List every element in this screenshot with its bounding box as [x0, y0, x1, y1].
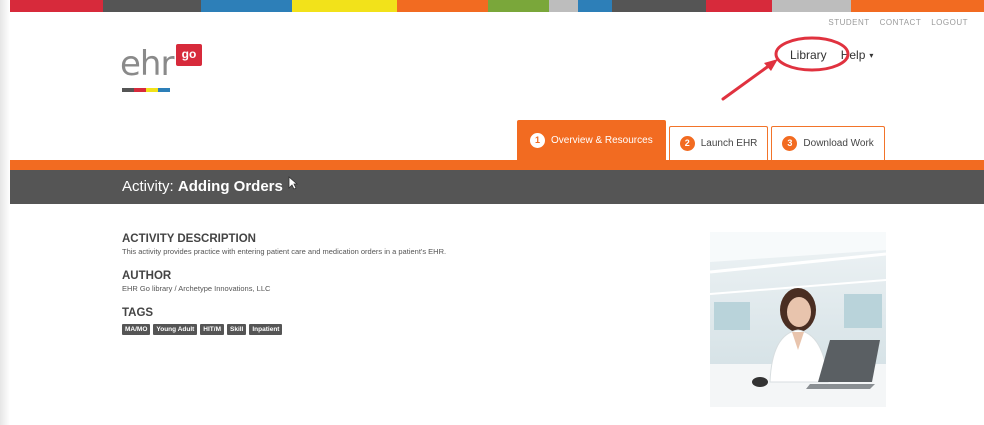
tag-badge[interactable]: Young Adult: [153, 324, 198, 335]
stripe-segment: [396, 0, 489, 12]
app-window: STUDENT CONTACT LOGOUT ehr go Library He…: [0, 0, 984, 425]
stripe-segment: [612, 0, 706, 12]
tag-badge[interactable]: HIT/M: [200, 324, 224, 335]
author-text: EHR Go library / Archetype Innovations, …: [122, 284, 271, 293]
tags-section: TAGS MA/MO Young Adult HIT/M Skill Inpat…: [122, 307, 642, 335]
stripe-segment: [103, 0, 201, 12]
tag-badge[interactable]: Inpatient: [249, 324, 283, 335]
stripe-segment: [705, 0, 773, 12]
stripe-segment: [10, 0, 104, 12]
ehr-go-logo[interactable]: ehr go: [120, 44, 210, 95]
page-title: Activity: Adding Orders: [122, 178, 283, 195]
stripe-segment: [292, 0, 397, 12]
tab-label: Download Work: [803, 138, 874, 149]
author-heading: AUTHOR: [122, 270, 172, 282]
activity-details: ACTIVITY DESCRIPTION This activity provi…: [122, 233, 642, 349]
tag-badge[interactable]: Skill: [227, 324, 247, 335]
activity-prefix: Activity:: [122, 178, 174, 195]
student-link[interactable]: STUDENT: [828, 18, 869, 27]
stripe-segment: [549, 0, 578, 12]
left-edge-shadow: [0, 0, 10, 425]
tab-download-work[interactable]: 3 Download Work: [771, 126, 885, 160]
activity-photo: [710, 232, 886, 407]
tab-label: Launch EHR: [700, 138, 758, 149]
tags-heading: TAGS: [122, 307, 154, 319]
step-number-badge: 2: [679, 136, 695, 151]
tag-list: MA/MO Young Adult HIT/M Skill Inpatient: [122, 324, 642, 335]
description-text: This activity provides practice with ent…: [122, 247, 447, 256]
color-stripe-header: [10, 0, 984, 12]
activity-name: Adding Orders: [177, 178, 283, 195]
logo-color-bar: [122, 88, 170, 92]
utility-nav: STUDENT CONTACT LOGOUT: [828, 18, 968, 27]
author-section: AUTHOR EHR Go library / Archetype Innova…: [122, 270, 642, 293]
red-circle-and-arrow-icon: [721, 36, 850, 101]
stripe-segment: [850, 0, 984, 12]
stripe-segment: [488, 0, 550, 12]
activity-title-bar: Activity: Adding Orders: [10, 170, 984, 204]
description-section: ACTIVITY DESCRIPTION This activity provi…: [122, 233, 642, 256]
mouse-pointer-icon: [288, 176, 298, 190]
tag-badge[interactable]: MA/MO: [122, 324, 151, 335]
contact-link[interactable]: CONTACT: [880, 18, 922, 27]
logo-badge: go: [176, 44, 202, 66]
tab-label: Overview & Resources: [551, 135, 653, 146]
activity-tabs: 1 Overview & Resources 2 Launch EHR 3 Do…: [517, 120, 885, 160]
logo-wordmark: ehr: [120, 44, 174, 84]
stripe-segment: [772, 0, 851, 12]
orange-divider-bar: [10, 160, 984, 170]
logout-link[interactable]: LOGOUT: [931, 18, 968, 27]
stripe-segment: [577, 0, 613, 12]
stripe-segment: [200, 0, 293, 12]
description-heading: ACTIVITY DESCRIPTION: [122, 233, 256, 245]
step-number-badge: 3: [782, 136, 798, 151]
tab-launch-ehr[interactable]: 2 Launch EHR: [668, 126, 769, 160]
tab-overview-resources[interactable]: 1 Overview & Resources: [517, 120, 666, 160]
step-number-badge: 1: [530, 133, 545, 148]
